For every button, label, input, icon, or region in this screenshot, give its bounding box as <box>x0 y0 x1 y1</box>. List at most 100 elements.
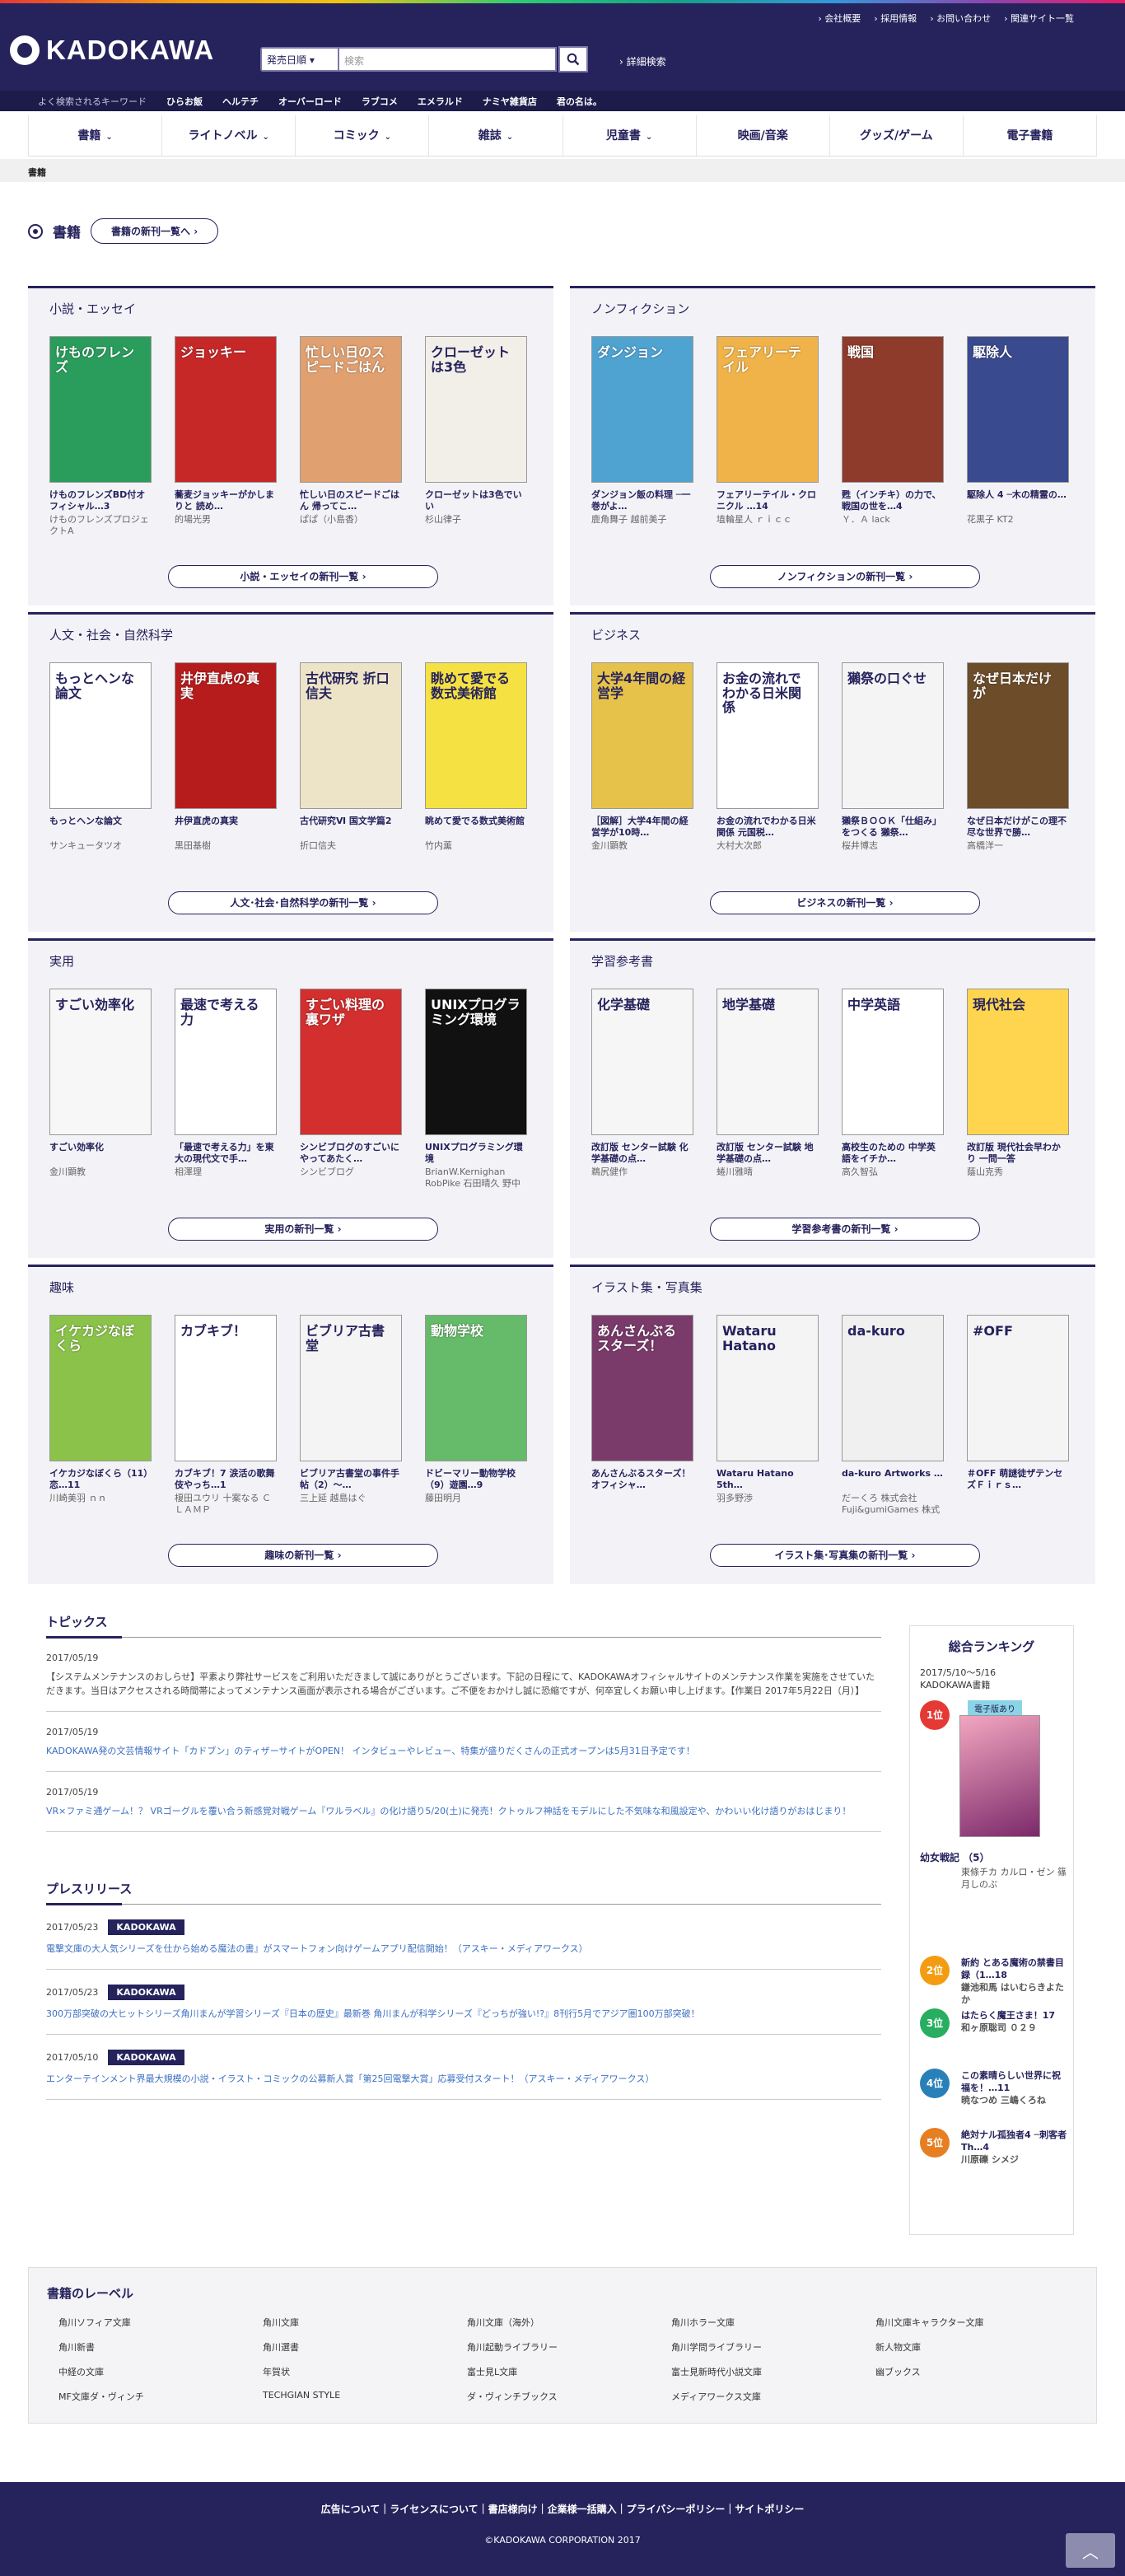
book-cover[interactable]: ジョッキー <box>175 336 277 483</box>
book-title[interactable]: クローゼットは3色でいい <box>425 489 527 512</box>
book-card[interactable]: UNIXプログラミング環境 UNIXプログラミング環境 BrianW.Kernigh… <box>425 989 527 1190</box>
book-author[interactable]: けものフレンズプロジェクトA <box>49 514 152 537</box>
book-author[interactable]: 花黒子 KT2 <box>967 514 1069 537</box>
book-card[interactable]: すごい料理の裏ワザ シンビブログのすごいにやってあたく… シンビブログ <box>300 989 402 1190</box>
book-title[interactable]: けものフレンズBD付オフィシャル…3 <box>49 489 152 512</box>
keyword-link[interactable]: ヘルテチ <box>222 95 259 108</box>
book-author[interactable]: シンビブログ <box>300 1166 402 1190</box>
book-card[interactable]: お金の流れでわかる日米関係 お金の流れでわかる日米関係 元国税… 大村大次郎 <box>717 662 819 863</box>
book-author[interactable]: 鵜尻健作 <box>591 1166 693 1190</box>
book-title[interactable]: もっとヘンな論文 <box>49 816 152 839</box>
book-card[interactable]: 古代研究 折口信夫 古代研究Ⅵ 国文学篇2 折口信夫 <box>300 662 402 863</box>
book-card[interactable]: 現代社会 改訂版 現代社会早わかり 一問一答 蔭山克秀 <box>967 989 1069 1190</box>
book-card[interactable]: 大学4年間の経営学 ［図解］大学4年間の経営学が10時… 金川顕教 <box>591 662 693 863</box>
section-more-button[interactable]: 実用の新刊一覧 <box>168 1218 438 1241</box>
book-author[interactable]: 大村大次郎 <box>717 840 819 863</box>
label-link[interactable]: MF文庫ダ・ヴィンチ <box>58 2390 263 2403</box>
book-title[interactable]: ビブリア古書堂の事件手帖（2）～… <box>300 1468 402 1491</box>
book-cover[interactable]: 現代社会 <box>967 989 1069 1135</box>
label-link[interactable]: 新人物文庫 <box>875 2340 1080 2354</box>
label-link[interactable]: 角川ホラー文庫 <box>671 2316 875 2329</box>
book-card[interactable]: クローゼットは3色 クローゼットは3色でいい 杉山律子 <box>425 336 527 537</box>
book-card[interactable]: フェアリーテイル フェアリーテイル・クロニクル …14 埴輪星人 ｒｉｃｃ <box>717 336 819 537</box>
keyword-link[interactable]: 君の名は。 <box>557 95 602 108</box>
book-card[interactable]: カブキブ！ カブキブ！7 涙活の歌舞伎やっち…1 榎田ユウリ 十案なる ＣＬＡＭＰ <box>175 1315 277 1516</box>
book-title[interactable]: 改訂版 現代社会早わかり 一問一答 <box>967 1142 1069 1165</box>
book-cover[interactable]: 井伊直虎の真実 <box>175 662 277 809</box>
book-title[interactable]: UNIXプログラミング環境 <box>425 1142 527 1165</box>
book-cover[interactable]: UNIXプログラミング環境 <box>425 989 527 1135</box>
util-link-recruit[interactable]: 採用情報 <box>874 12 917 25</box>
book-card[interactable]: ダンジョン ダンジョン飯の料理 ─一巻がよ… 鹿角舞子 越前美子 <box>591 336 693 537</box>
book-card[interactable]: 獺祭の口ぐせ 獺祭ＢＯＯＫ「仕組み」をつくる 獺祭… 桜井博志 <box>842 662 944 863</box>
book-author[interactable]: BrianW.Kernighan RobPike 石田晴久 野中浩一 <box>425 1166 527 1190</box>
keyword-link[interactable]: ラブコメ <box>362 95 398 108</box>
book-title[interactable]: あんさんぶるスターズ！ オフィシャ… <box>591 1468 693 1491</box>
book-cover[interactable]: 化学基礎 <box>591 989 693 1135</box>
label-link[interactable]: ダ・ヴィンチブックス <box>467 2390 671 2403</box>
book-author[interactable]: 川崎美羽 ｎｎ <box>49 1493 152 1516</box>
book-card[interactable]: 動物学校 ドビーマリー動物学校（9）遊園…9 藤田明月 <box>425 1315 527 1516</box>
book-card[interactable]: 井伊直虎の真実 井伊直虎の真実 黒田基樹 <box>175 662 277 863</box>
label-link[interactable]: 角川選書 <box>263 2340 467 2354</box>
book-cover[interactable]: 古代研究 折口信夫 <box>300 662 402 809</box>
book-author[interactable]: 藤田明月 <box>425 1493 527 1516</box>
book-title[interactable]: 「最速で考える力」を東大の現代文で手… <box>175 1142 277 1165</box>
book-title[interactable]: 甦（インチキ）の力で、戦国の世を…4 <box>842 489 944 512</box>
book-cover[interactable]: 獺祭の口ぐせ <box>842 662 944 809</box>
book-card[interactable]: da-kuro da-kuro Artworks … だーくろ 株式会社Fuji&g… <box>842 1315 944 1516</box>
breadcrumb[interactable]: 書籍 <box>28 166 46 179</box>
book-card[interactable]: #OFF ＃OFF 萌謎徒ザテンセズＦｉｒｓ… <box>967 1315 1069 1516</box>
book-title[interactable]: 駆除人 4 ─木の精霊の… <box>967 489 1069 512</box>
book-author[interactable]: 埴輪星人 ｒｉｃｃ <box>717 514 819 537</box>
book-author[interactable]: 黒田基樹 <box>175 840 277 863</box>
label-link[interactable]: TECHGIAN STYLE <box>263 2390 467 2403</box>
book-card[interactable]: 忙しい日のスピードごはん 忙しい日のスピードごはん 帰ってこ… ぱぱ（小島香） <box>300 336 402 537</box>
util-link-related[interactable]: 関連サイト一覧 <box>1004 12 1074 25</box>
label-link[interactable]: 富士見新時代小説文庫 <box>671 2365 875 2378</box>
book-card[interactable]: 最速で考える力 「最速で考える力」を東大の現代文で手… 相澤理 <box>175 989 277 1190</box>
util-link-company[interactable]: 会社概要 <box>818 12 861 25</box>
new-releases-button[interactable]: 書籍の新刊一覧へ <box>91 218 219 244</box>
book-cover[interactable]: 中学英語 <box>842 989 944 1135</box>
back-to-top-button[interactable]: ︿ <box>1066 2533 1115 2568</box>
book-title[interactable]: 獺祭ＢＯＯＫ「仕組み」をつくる 獺祭… <box>842 816 944 839</box>
nav-item[interactable]: コミック ⌄ <box>296 115 430 156</box>
book-cover[interactable]: ダンジョン <box>591 336 693 483</box>
label-link[interactable]: 角川ソフィア文庫 <box>58 2316 263 2329</box>
book-card[interactable]: ビブリア古書堂ビブリア古書堂の事件手帖（2）～… 三上延 越島はぐ <box>300 1315 402 1516</box>
book-title[interactable]: 眺めて愛でる数式美術館 <box>425 816 527 839</box>
book-author[interactable]: 高久智弘 <box>842 1166 944 1190</box>
book-author[interactable]: サンキュータツオ <box>49 840 152 863</box>
label-link[interactable]: 角川文庫（海外） <box>467 2316 671 2329</box>
book-title[interactable]: 改訂版 センター試験 地学基礎の点… <box>717 1142 819 1165</box>
book-title[interactable]: da-kuro Artworks … <box>842 1468 944 1491</box>
label-link[interactable]: 角川新書 <box>58 2340 263 2354</box>
book-cover[interactable]: 戦国 <box>842 336 944 483</box>
book-cover[interactable]: ビブリア古書堂 <box>300 1315 402 1461</box>
book-card[interactable]: イケカジなぼくら イケカジなぼくら（11）恋…11 川崎美羽 ｎｎ <box>49 1315 152 1516</box>
book-author[interactable]: 竹内薫 <box>425 840 527 863</box>
press-link[interactable]: 電撃文庫の大人気シリーズを仕から始める魔法の書』がスマートフォン向けゲームアプリ… <box>46 1942 881 1956</box>
book-author[interactable]: ぱぱ（小島香） <box>300 514 402 537</box>
book-title[interactable]: カブキブ！7 涙活の歌舞伎やっち…1 <box>175 1468 277 1491</box>
label-link[interactable]: 富士見L文庫 <box>467 2365 671 2378</box>
search-input[interactable]: 検索 <box>339 47 557 72</box>
footer-links[interactable]: 広告について｜ライセンスについて｜書店様向け｜企業様一括購入｜プライバシーポリシ… <box>0 2502 1125 2516</box>
ranking-title-text[interactable]: この素晴らしい世界に祝福を！…11 <box>961 2070 1068 2095</box>
book-cover[interactable]: すごい効率化 <box>49 989 152 1135</box>
nav-item[interactable]: 書籍 ⌄ <box>28 115 163 156</box>
book-author[interactable]: 鹿角舞子 越前美子 <box>591 514 693 537</box>
label-link[interactable]: 幽ブックス <box>875 2365 1080 2378</box>
book-author[interactable]: 三上延 越島はぐ <box>300 1493 402 1516</box>
book-author[interactable]: 相澤理 <box>175 1166 277 1190</box>
search-button[interactable] <box>558 46 588 72</box>
label-link[interactable]: 角川学問ライブラリー <box>671 2340 875 2354</box>
book-author[interactable] <box>591 1493 693 1516</box>
section-more-button[interactable]: 人文･社会･自然科学の新刊一覧 <box>168 891 438 914</box>
ranking-title-text[interactable]: 絶対ナル孤独者4 ─刺客者 Th…4 <box>961 2130 1068 2154</box>
keyword-link[interactable]: ひらお飯 <box>166 95 203 108</box>
section-more-button[interactable]: 趣味の新刊一覧 <box>168 1544 438 1567</box>
nav-item[interactable]: ライトノベル ⌄ <box>162 115 296 156</box>
section-more-button[interactable]: イラスト集･写真集の新刊一覧 <box>710 1544 980 1567</box>
